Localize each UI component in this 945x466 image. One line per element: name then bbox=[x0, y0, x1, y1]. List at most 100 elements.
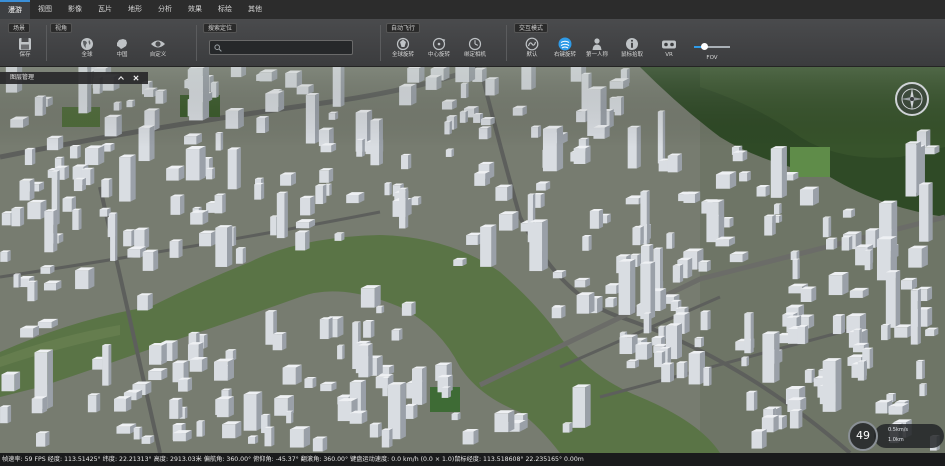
gauge-row-2: 1.0km bbox=[888, 437, 904, 443]
tab-other[interactable]: 其他 bbox=[240, 0, 270, 19]
building bbox=[453, 257, 467, 266]
flight-group: 自动飞行 全球旋转 中心旋转 绑定相机 bbox=[386, 23, 498, 64]
building bbox=[700, 310, 711, 331]
interaction-group: 交互模式 默认 右键旋转 第一人称 鼠标拾取 VR FOV bbox=[514, 23, 754, 64]
building bbox=[919, 383, 928, 397]
view-global-button[interactable]: 全球 bbox=[70, 36, 104, 64]
search-box[interactable] bbox=[209, 40, 353, 55]
center-rotate-icon bbox=[432, 37, 446, 51]
building bbox=[254, 182, 265, 200]
search-icon bbox=[214, 44, 222, 52]
building bbox=[101, 178, 113, 198]
tab-analysis[interactable]: 分析 bbox=[150, 0, 180, 19]
building bbox=[762, 331, 780, 383]
building bbox=[770, 146, 787, 198]
globe-icon bbox=[81, 38, 93, 50]
fov-handle[interactable] bbox=[701, 43, 709, 50]
building bbox=[1, 371, 21, 392]
building bbox=[349, 410, 368, 424]
building bbox=[27, 280, 38, 302]
mode-default-button[interactable]: 默认 bbox=[515, 36, 549, 64]
interaction-group-title: 交互模式 bbox=[514, 23, 549, 33]
city-3d-scene[interactable] bbox=[0, 67, 945, 453]
building bbox=[643, 312, 652, 334]
building bbox=[480, 224, 497, 267]
close-button[interactable] bbox=[131, 72, 141, 84]
tab-roam[interactable]: 漫游 bbox=[0, 0, 30, 19]
fov-track[interactable] bbox=[694, 43, 730, 50]
building bbox=[358, 343, 373, 378]
building bbox=[842, 208, 856, 218]
mode-vr-button[interactable]: VR bbox=[652, 36, 686, 64]
camera-bind-icon bbox=[468, 37, 482, 51]
building bbox=[43, 280, 62, 291]
building bbox=[495, 184, 513, 201]
building bbox=[312, 436, 328, 452]
building bbox=[190, 210, 209, 225]
building bbox=[919, 182, 933, 242]
building bbox=[822, 216, 832, 238]
building bbox=[894, 324, 914, 338]
fov-slider[interactable]: FOV bbox=[692, 36, 732, 64]
mode-right-rotate-button[interactable]: 右键旋转 bbox=[548, 36, 582, 64]
building bbox=[215, 225, 233, 267]
building bbox=[0, 250, 11, 262]
building bbox=[381, 428, 393, 448]
collapse-button[interactable] bbox=[116, 72, 126, 84]
default-mode-icon bbox=[525, 37, 539, 51]
separator bbox=[380, 25, 381, 61]
building bbox=[582, 235, 592, 251]
building bbox=[391, 328, 403, 341]
flight-group-title: 自动飞行 bbox=[386, 23, 421, 33]
building bbox=[799, 186, 819, 206]
app-window: 漫游 视图 影像 瓦片 地形 分析 效果 标绘 其他 场景 保存 视角 全球 中… bbox=[0, 0, 945, 466]
building bbox=[189, 357, 208, 372]
view-china-button[interactable]: 中国 bbox=[105, 36, 139, 64]
building bbox=[746, 390, 758, 411]
save-button[interactable]: 保存 bbox=[8, 36, 42, 64]
tab-imagery[interactable]: 影像 bbox=[60, 0, 90, 19]
mode-pick-button[interactable]: 鼠标拾取 bbox=[615, 36, 649, 64]
building bbox=[445, 148, 455, 157]
building bbox=[272, 332, 287, 351]
building bbox=[626, 359, 640, 369]
building bbox=[172, 430, 192, 442]
building bbox=[635, 342, 653, 360]
search-input[interactable] bbox=[224, 42, 350, 53]
building bbox=[119, 154, 136, 202]
building bbox=[320, 381, 337, 392]
building bbox=[319, 317, 333, 340]
tab-tiles[interactable]: 瓦片 bbox=[90, 0, 120, 19]
tab-effects[interactable]: 效果 bbox=[180, 0, 210, 19]
gauge-panel: 0.5km/s 1.0km bbox=[874, 424, 944, 448]
mode-default-label: 默认 bbox=[526, 52, 538, 58]
building bbox=[676, 361, 688, 379]
building bbox=[739, 171, 751, 182]
building bbox=[401, 153, 412, 170]
view-custom-button[interactable]: 自定义 bbox=[141, 36, 175, 64]
mode-right-rotate-label: 右键旋转 bbox=[553, 52, 576, 58]
building bbox=[40, 265, 55, 274]
tab-terrain[interactable]: 地形 bbox=[120, 0, 150, 19]
building bbox=[286, 410, 294, 424]
compass[interactable] bbox=[895, 82, 929, 116]
tab-plotting[interactable]: 标绘 bbox=[210, 0, 240, 19]
building bbox=[114, 396, 132, 412]
tab-view[interactable]: 视图 bbox=[30, 0, 60, 19]
building bbox=[13, 273, 21, 288]
save-label: 保存 bbox=[19, 52, 31, 58]
layer-panel-title: 图层管理 bbox=[10, 74, 35, 81]
center-rotate-button[interactable]: 中心旋转 bbox=[422, 36, 456, 64]
camera-bind-button[interactable]: 绑定相机 bbox=[458, 36, 492, 64]
building bbox=[384, 182, 392, 196]
mode-first-person-button[interactable]: 第一人称 bbox=[580, 36, 614, 64]
globe-rotate-button[interactable]: 全球旋转 bbox=[386, 36, 420, 64]
building bbox=[404, 403, 418, 419]
view-group: 视角 全球 中国 自定义 bbox=[50, 23, 185, 64]
map-viewport[interactable] bbox=[0, 67, 945, 453]
building bbox=[304, 376, 317, 388]
building bbox=[87, 393, 101, 413]
building bbox=[632, 225, 644, 246]
building bbox=[536, 181, 551, 191]
gauge-row-1: 0.5km/s bbox=[888, 427, 909, 433]
